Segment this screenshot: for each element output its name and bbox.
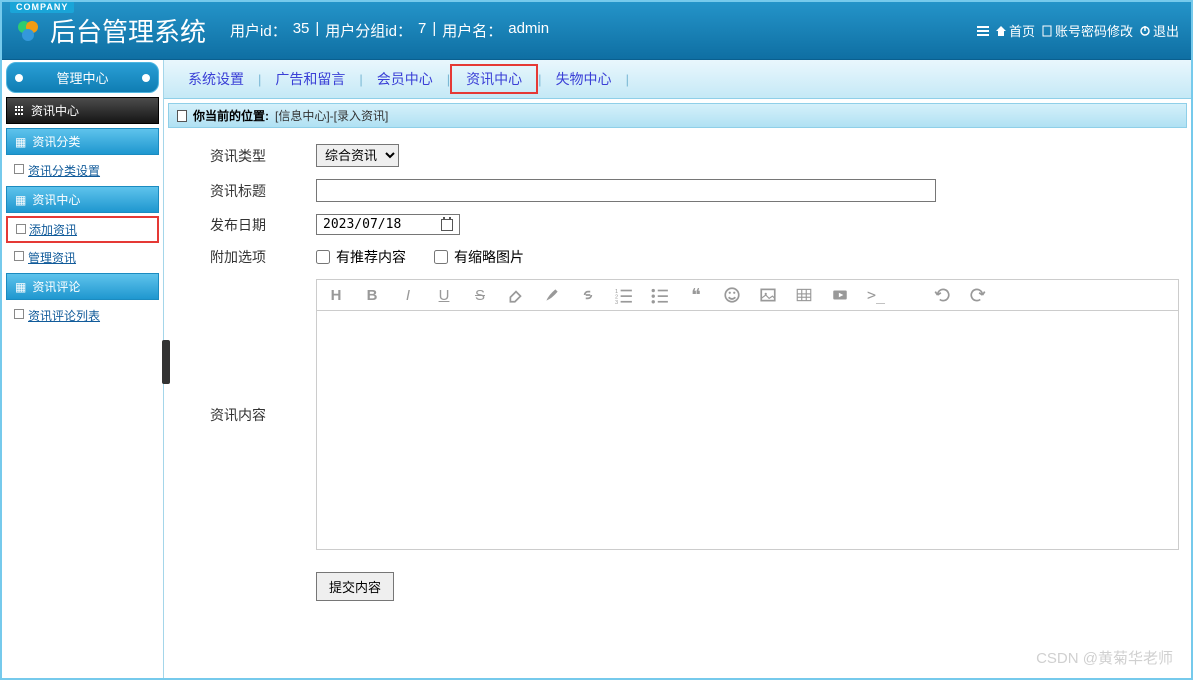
- tab-news-center[interactable]: 资讯中心: [450, 64, 538, 94]
- label-extra-options: 附加选项: [168, 241, 308, 273]
- username-label: 用户名：: [442, 20, 502, 41]
- sidebar-group-center[interactable]: ▦ 资讯中心: [6, 186, 159, 213]
- sidebar-group-label: 资讯评论: [32, 278, 80, 295]
- logout-link-label: 退出: [1153, 21, 1179, 40]
- list-icon: ▦: [15, 280, 26, 294]
- sidebar-header: 管理中心: [6, 62, 159, 93]
- editor-toolbar: H B I U S 123 ❝: [316, 279, 1179, 310]
- top-bar: 后台管理系统 用户id： 35 | 用户分组id： 7 | 用户名： admin 首页…: [2, 2, 1191, 60]
- checkbox-recommend-input[interactable]: [316, 250, 330, 264]
- sidebar-item-comment-list[interactable]: 资讯评论列表: [6, 303, 159, 328]
- label-content: 资讯内容: [168, 273, 308, 556]
- user-id-label: 用户id：: [230, 20, 287, 41]
- tool-strike-icon[interactable]: S: [471, 286, 489, 304]
- tool-code-icon[interactable]: >_: [867, 286, 885, 304]
- doc-icon: [177, 110, 187, 122]
- sidebar-group-category[interactable]: ▦ 资讯分类: [6, 128, 159, 155]
- tab-lost-found[interactable]: 失物中心: [542, 66, 626, 92]
- checkbox-thumbnail-label: 有缩略图片: [454, 247, 524, 267]
- app-title: 后台管理系统: [50, 12, 206, 49]
- sidebar: 管理中心 资讯中心 ▦ 资讯分类 资讯分类设置 ▦ 资讯中心 添加资讯 管理资讯…: [2, 60, 164, 678]
- checkbox-thumbnail[interactable]: 有缩略图片: [434, 247, 524, 267]
- tool-ol-icon[interactable]: 123: [615, 286, 633, 304]
- label-publish-date: 发布日期: [168, 208, 308, 241]
- sidebar-collapse-handle[interactable]: [162, 340, 170, 384]
- sidebar-item-manage-news[interactable]: 管理资讯: [6, 245, 159, 270]
- grid-icon: [15, 106, 25, 116]
- tool-image-icon[interactable]: [759, 286, 777, 304]
- sidebar-main-section-label: 资讯中心: [31, 102, 79, 119]
- tool-emoji-icon[interactable]: [723, 286, 741, 304]
- sep: |: [315, 20, 319, 41]
- group-id-label: 用户分组id：: [325, 20, 412, 41]
- submit-button[interactable]: 提交内容: [316, 572, 394, 601]
- label-news-title: 资讯标题: [168, 173, 308, 208]
- account-link-label: 账号密码修改: [1055, 21, 1133, 40]
- input-news-title[interactable]: [316, 179, 936, 202]
- sidebar-group-label: 资讯分类: [32, 133, 80, 150]
- tool-eraser-icon[interactable]: [507, 286, 525, 304]
- tool-italic-icon[interactable]: I: [399, 286, 417, 304]
- sidebar-main-section: 资讯中心: [6, 97, 159, 124]
- list-icon: ▦: [15, 193, 26, 207]
- input-publish-date[interactable]: 2023/07/18: [316, 214, 460, 235]
- tool-ul-icon[interactable]: [651, 286, 669, 304]
- home-link-label: 首页: [1009, 21, 1035, 40]
- tab-ads-messages[interactable]: 广告和留言: [261, 66, 359, 92]
- home-link[interactable]: 首页: [995, 21, 1035, 40]
- breadcrumb-path: [信息中心]-[录入资讯]: [275, 107, 388, 124]
- home-icon: [995, 25, 1007, 37]
- label-news-type: 资讯类型: [168, 138, 308, 173]
- user-info: 用户id： 35 | 用户分组id： 7 | 用户名： admin: [230, 20, 549, 41]
- tool-bold-icon[interactable]: B: [363, 286, 381, 304]
- sidebar-group-label: 资讯中心: [32, 191, 80, 208]
- tool-link-icon[interactable]: [579, 286, 597, 304]
- sep: |: [432, 20, 436, 41]
- calendar-icon: [441, 219, 453, 231]
- tab-member-center[interactable]: 会员中心: [363, 66, 447, 92]
- user-id-value: 35: [293, 20, 310, 41]
- checkbox-recommend-label: 有推荐内容: [336, 247, 406, 267]
- breadcrumb-label: 你当前的位置:: [193, 107, 269, 124]
- logout-link[interactable]: 退出: [1139, 21, 1179, 40]
- tool-redo-icon[interactable]: [969, 286, 987, 304]
- tool-table-icon[interactable]: [795, 286, 813, 304]
- checkbox-thumbnail-input[interactable]: [434, 250, 448, 264]
- sidebar-group-comments[interactable]: ▦ 资讯评论: [6, 273, 159, 300]
- tool-heading-icon[interactable]: H: [327, 286, 345, 304]
- power-icon: [1139, 25, 1151, 37]
- sidebar-item-category-settings[interactable]: 资讯分类设置: [6, 158, 159, 183]
- username-value: admin: [508, 20, 549, 41]
- select-news-type[interactable]: 综合资讯: [316, 144, 399, 167]
- company-badge: COMPANY: [10, 1, 74, 13]
- date-value: 2023/07/18: [323, 217, 401, 232]
- tool-undo-icon[interactable]: [933, 286, 951, 304]
- account-link[interactable]: 账号密码修改: [1041, 21, 1133, 40]
- tool-video-icon[interactable]: [831, 286, 849, 304]
- menu-icon[interactable]: [977, 25, 989, 37]
- tab-system-settings[interactable]: 系统设置: [174, 66, 258, 92]
- tool-underline-icon[interactable]: U: [435, 286, 453, 304]
- checkbox-recommend[interactable]: 有推荐内容: [316, 247, 406, 267]
- list-icon: ▦: [15, 135, 26, 149]
- logo-icon: [14, 17, 42, 45]
- tool-quote-icon[interactable]: ❝: [687, 286, 705, 304]
- tab-bar: 系统设置| 广告和留言| 会员中心| 资讯中心| 失物中心|: [164, 60, 1191, 99]
- doc-icon: [1041, 25, 1053, 37]
- breadcrumb: 你当前的位置: [信息中心]-[录入资讯]: [168, 103, 1187, 128]
- editor-content-area[interactable]: [316, 310, 1179, 550]
- group-id-value: 7: [418, 20, 426, 41]
- tool-brush-icon[interactable]: [543, 286, 561, 304]
- sidebar-item-add-news[interactable]: 添加资讯: [6, 216, 159, 243]
- svg-text:3: 3: [615, 300, 618, 304]
